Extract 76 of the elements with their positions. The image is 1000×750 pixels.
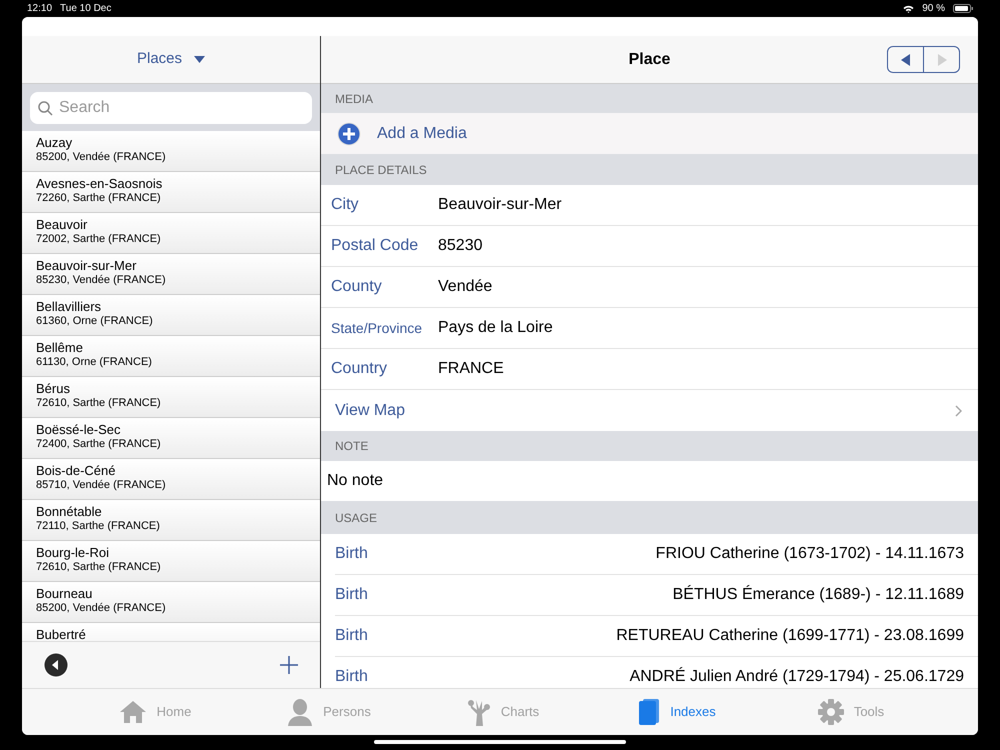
status-date: Tue 10 Dec [60,2,112,16]
field-value: Beauvoir-sur-Mer [438,195,562,215]
usage-person: ANDRÉ Julien André (1729-1794) - 25.06.1729 [630,666,964,687]
field-label: County [331,277,383,297]
place-name: Bois-de-Céné [36,463,116,478]
tab-bar-item[interactable]: Indexes [590,689,764,735]
usage-person: BÉTHUS Émerance (1689-) - 12.11.1689 [672,584,964,605]
place-name: Beauvoir [36,217,88,232]
battery-percent: 90 % [922,2,945,16]
field-label: Postal Code [331,236,420,256]
place-detail: 85200, Vendée (FRANCE) [36,601,167,616]
gear-icon [818,699,844,725]
place-detail: 72400, Sarthe (FRANCE) [36,437,162,452]
usage-row[interactable]: Birth FRIOU Catherine (1673-1702) - 14.11.1673 [335,534,978,575]
place-detail: 61130, Orne (FRANCE) [36,355,153,370]
add-media-label: Add a Media [377,124,467,144]
status-time: 12:10 [27,2,52,16]
place-name: Beauvoir-sur-Mer [36,258,138,273]
section-header: PLACE DETAILS [321,154,978,185]
dropdown-caret-icon [194,56,206,63]
place-detail: 72610, Sarthe (FRANCE) [36,396,162,411]
page-title: Place [628,50,670,70]
place-name: Bourg-le-Roi [36,545,110,560]
book-icon [638,698,660,726]
usage-event: Birth [335,585,368,605]
note-text: No note [327,471,384,491]
usage-row[interactable]: Birth BÉTHUS Émerance (1689-) - 12.11.1689 [335,575,978,616]
place-detail: 85710, Vendée (FRANCE) [36,478,167,493]
usage-person: RETUREAU Catherine (1699-1771) - 23.08.1699 [616,626,964,646]
add-icon[interactable] [280,656,298,674]
field-value: FRANCE [438,359,504,379]
section-header: MEDIA [321,84,978,113]
previous-icon [900,54,910,66]
place-name: Auzay [36,135,73,150]
view-map-label: View Map [335,400,405,420]
place-name: Bourneau [36,586,94,601]
search-field[interactable]: Search [30,92,312,124]
usage-row[interactable]: Birth RETUREAU Catherine (1699-1771) - 23.08.1699 [335,616,978,657]
usage-event: Birth [335,544,368,564]
field-label: City [331,195,360,215]
usage-event: Birth [335,626,368,646]
place-detail: 72610, Sarthe (FRANCE) [36,560,162,575]
search-icon [38,101,53,116]
place-name: Bellême [36,340,84,355]
place-name: Avesnes-en-Saosnois [36,176,164,191]
place-detail: 61360, Orne (FRANCE) [36,314,154,329]
add-circle-icon [337,122,361,146]
place-detail: 72110, Sarthe (FRANCE) [36,519,161,534]
usage-person: FRIOU Catherine (1673-1702) - 14.11.1673 [656,544,964,564]
place-detail: 85230, Vendée (FRANCE) [36,273,167,288]
place-name: Bellavilliers [36,299,102,314]
place-detail: 85200, Vendée (FRANCE) [36,150,167,165]
chevron-right-icon [955,404,962,416]
place-name: Boëssé-le-Sec [36,422,122,437]
field-label: State/Province [331,318,424,338]
place-name: Bonnétable [36,504,103,519]
usage-event: Birth [335,667,368,687]
field-value: Vendée [438,277,492,297]
tree-icon [466,698,491,726]
field-value: 85230 [438,236,482,256]
person-icon [287,698,314,726]
back-icon[interactable] [44,653,68,677]
place-detail: 72260, Sarthe (FRANCE) [36,191,162,206]
place-detail: 72002, Sarthe (FRANCE) [36,232,162,247]
wifi-icon [903,4,914,12]
next-icon [936,54,946,66]
places-dropdown[interactable]: Places [136,48,206,71]
view-map-row[interactable]: View Map [321,390,978,431]
field-label: Country [331,359,388,379]
place-name: Bubertré [36,627,87,641]
field-value: Pays de la Loire [438,318,553,338]
house-icon [118,700,147,724]
section-header: USAGE [321,501,978,534]
place-name: Bérus [36,381,71,396]
battery-icon [953,4,973,13]
section-header: NOTE [321,431,978,461]
